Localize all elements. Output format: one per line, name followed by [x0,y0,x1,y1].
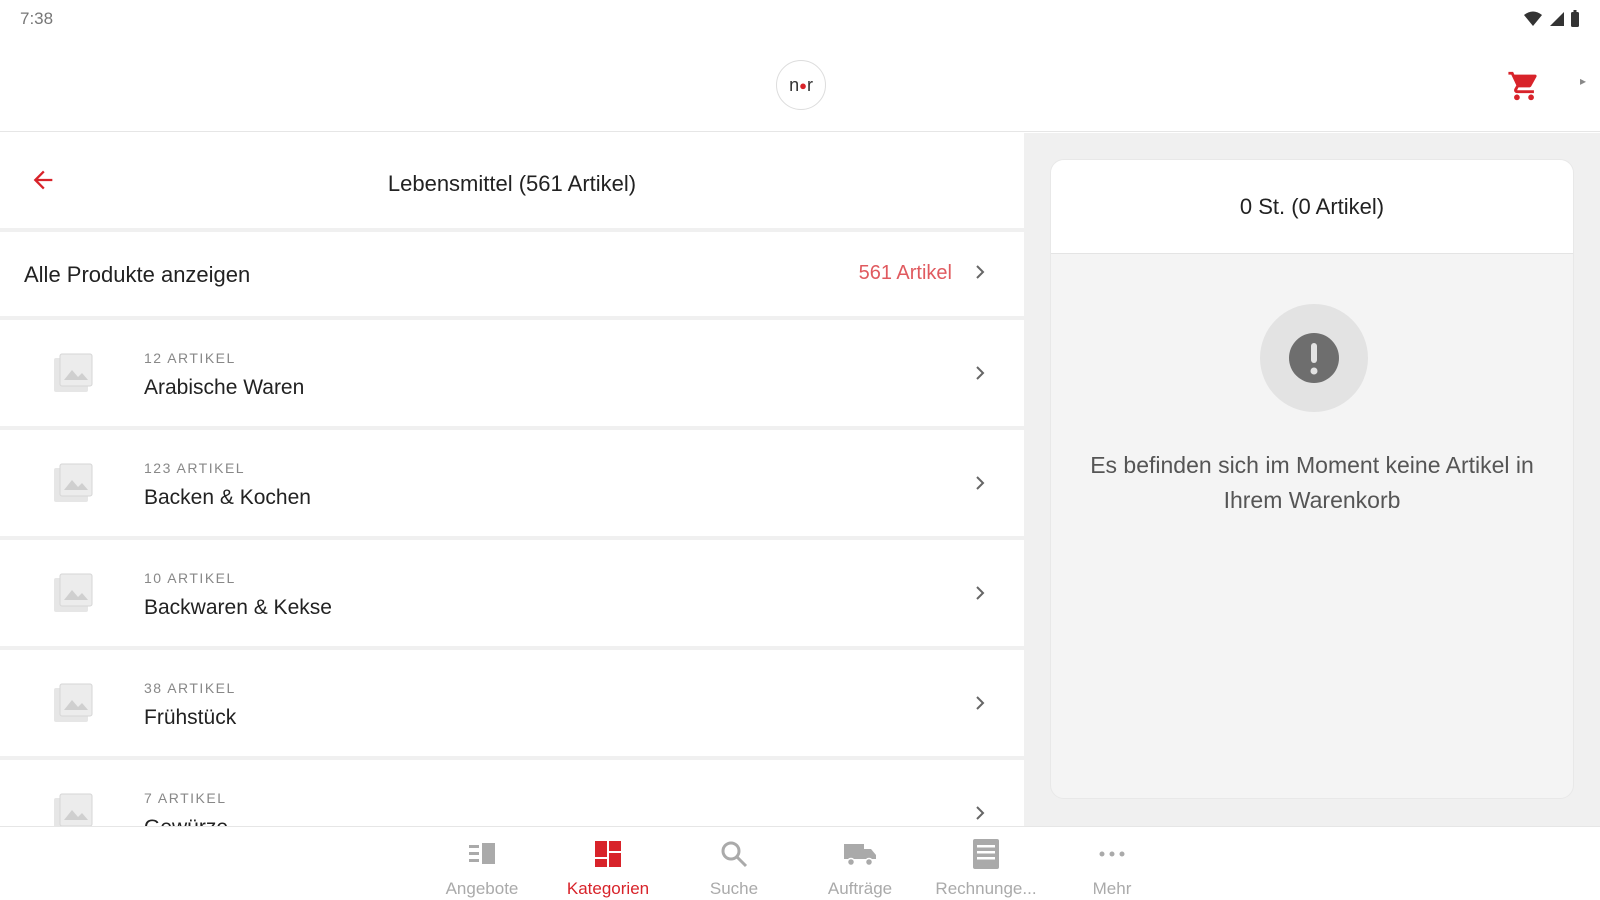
category-item[interactable]: 12 ARTIKEL Arabische Waren [0,320,1024,426]
wifi-icon [1524,11,1542,26]
category-item[interactable]: 123 ARTIKEL Backen & Kochen [0,430,1024,536]
category-name: Backen & Kochen [144,486,311,509]
page-title: Lebensmittel (561 Artikel) [387,171,637,196]
truck-icon [844,844,876,867]
nav-item-categories[interactable]: Kategorien [546,837,670,899]
cart-pane: 0 St. (0 Artikel) Es befinden sich im Mo… [1024,133,1600,826]
cart-card: 0 St. (0 Artikel) Es befinden sich im Mo… [1050,159,1574,799]
brand-logo[interactable]: n ● r [776,60,826,110]
chevron-right-icon [970,583,990,603]
app-bar: n ● r ▸ [0,40,1600,132]
cart-summary: 0 St. (0 Artikel) [1051,160,1573,254]
nav-item-offers[interactable]: Angebote [420,837,544,899]
offers-icon [469,843,495,864]
category-item[interactable]: 10 ARTIKEL Backwaren & Kekse [0,540,1024,646]
empty-cart-indicator [1260,304,1368,412]
logo-letter: n [789,74,800,95]
all-products-label: Alle Produkte anzeigen [24,262,251,287]
alert-icon [1289,333,1339,383]
nav-item-orders[interactable]: Aufträge [798,837,922,899]
categories-icon [595,841,621,867]
chevron-right-icon [970,363,990,383]
category-name: Frühstück [144,706,237,729]
invoice-icon [973,839,999,869]
chevron-right-icon [970,473,990,493]
category-count: 123 ARTIKEL [144,460,246,476]
nav-item-invoices[interactable]: Rechnunge... [924,837,1048,899]
category-count: 38 ARTIKEL [144,680,236,696]
overflow-arrow-icon[interactable]: ▸ [1580,74,1586,88]
shopping-cart-icon [1508,71,1537,101]
bottom-navigation: Angebote Kategorien Suche Aufträge Rechn… [0,826,1600,900]
nav-item-more[interactable]: Mehr [1050,837,1174,899]
status-bar: 7:38 [0,0,1600,40]
logo-letter: r [806,74,813,95]
category-pane: Lebensmittel (561 Artikel) Alle Produkte… [0,133,1024,826]
nav-label: Suche [709,879,759,898]
nav-label: Angebote [445,879,519,898]
nav-item-search[interactable]: Suche [672,837,796,899]
status-icons [1524,10,1580,28]
nav-label: Aufträge [827,879,893,898]
category-name: Backwaren & Kekse [144,596,332,619]
all-products-count: 561 Artikel [858,262,952,284]
battery-icon [1571,10,1579,27]
category-header: Lebensmittel (561 Artikel) [0,133,1024,228]
image-placeholder-icon [52,572,94,614]
category-name: Arabische Waren [144,376,305,399]
nav-label: Kategorien [566,879,650,898]
cart-button[interactable] [1504,66,1544,106]
image-placeholder-icon [52,352,94,394]
logo-dot: ● [799,77,807,93]
category-item[interactable]: 7 ARTIKEL Gewürze [0,760,1024,826]
image-placeholder-icon [52,682,94,724]
image-placeholder-icon [52,792,94,826]
category-item[interactable]: 38 ARTIKEL Frühstück [0,650,1024,756]
category-count: 10 ARTIKEL [144,570,236,586]
chevron-right-icon [970,262,990,282]
search-icon [721,841,748,868]
more-icon [1099,851,1125,857]
image-placeholder-icon [52,462,94,504]
chevron-right-icon [970,803,990,823]
signal-icon [1550,12,1564,26]
category-count: 7 ARTIKEL [144,790,227,806]
category-name: Gewürze [144,816,228,826]
nav-label: Mehr [1092,879,1132,898]
empty-cart-message: Es befinden sich im Moment keine Artikel… [1090,452,1534,513]
nav-label: Rechnunge... [935,879,1037,898]
all-products-row[interactable]: Alle Produkte anzeigen 561 Artikel [0,232,1024,316]
status-time: 7:38 [20,9,54,28]
category-count: 12 ARTIKEL [144,350,236,366]
chevron-right-icon [970,693,990,713]
